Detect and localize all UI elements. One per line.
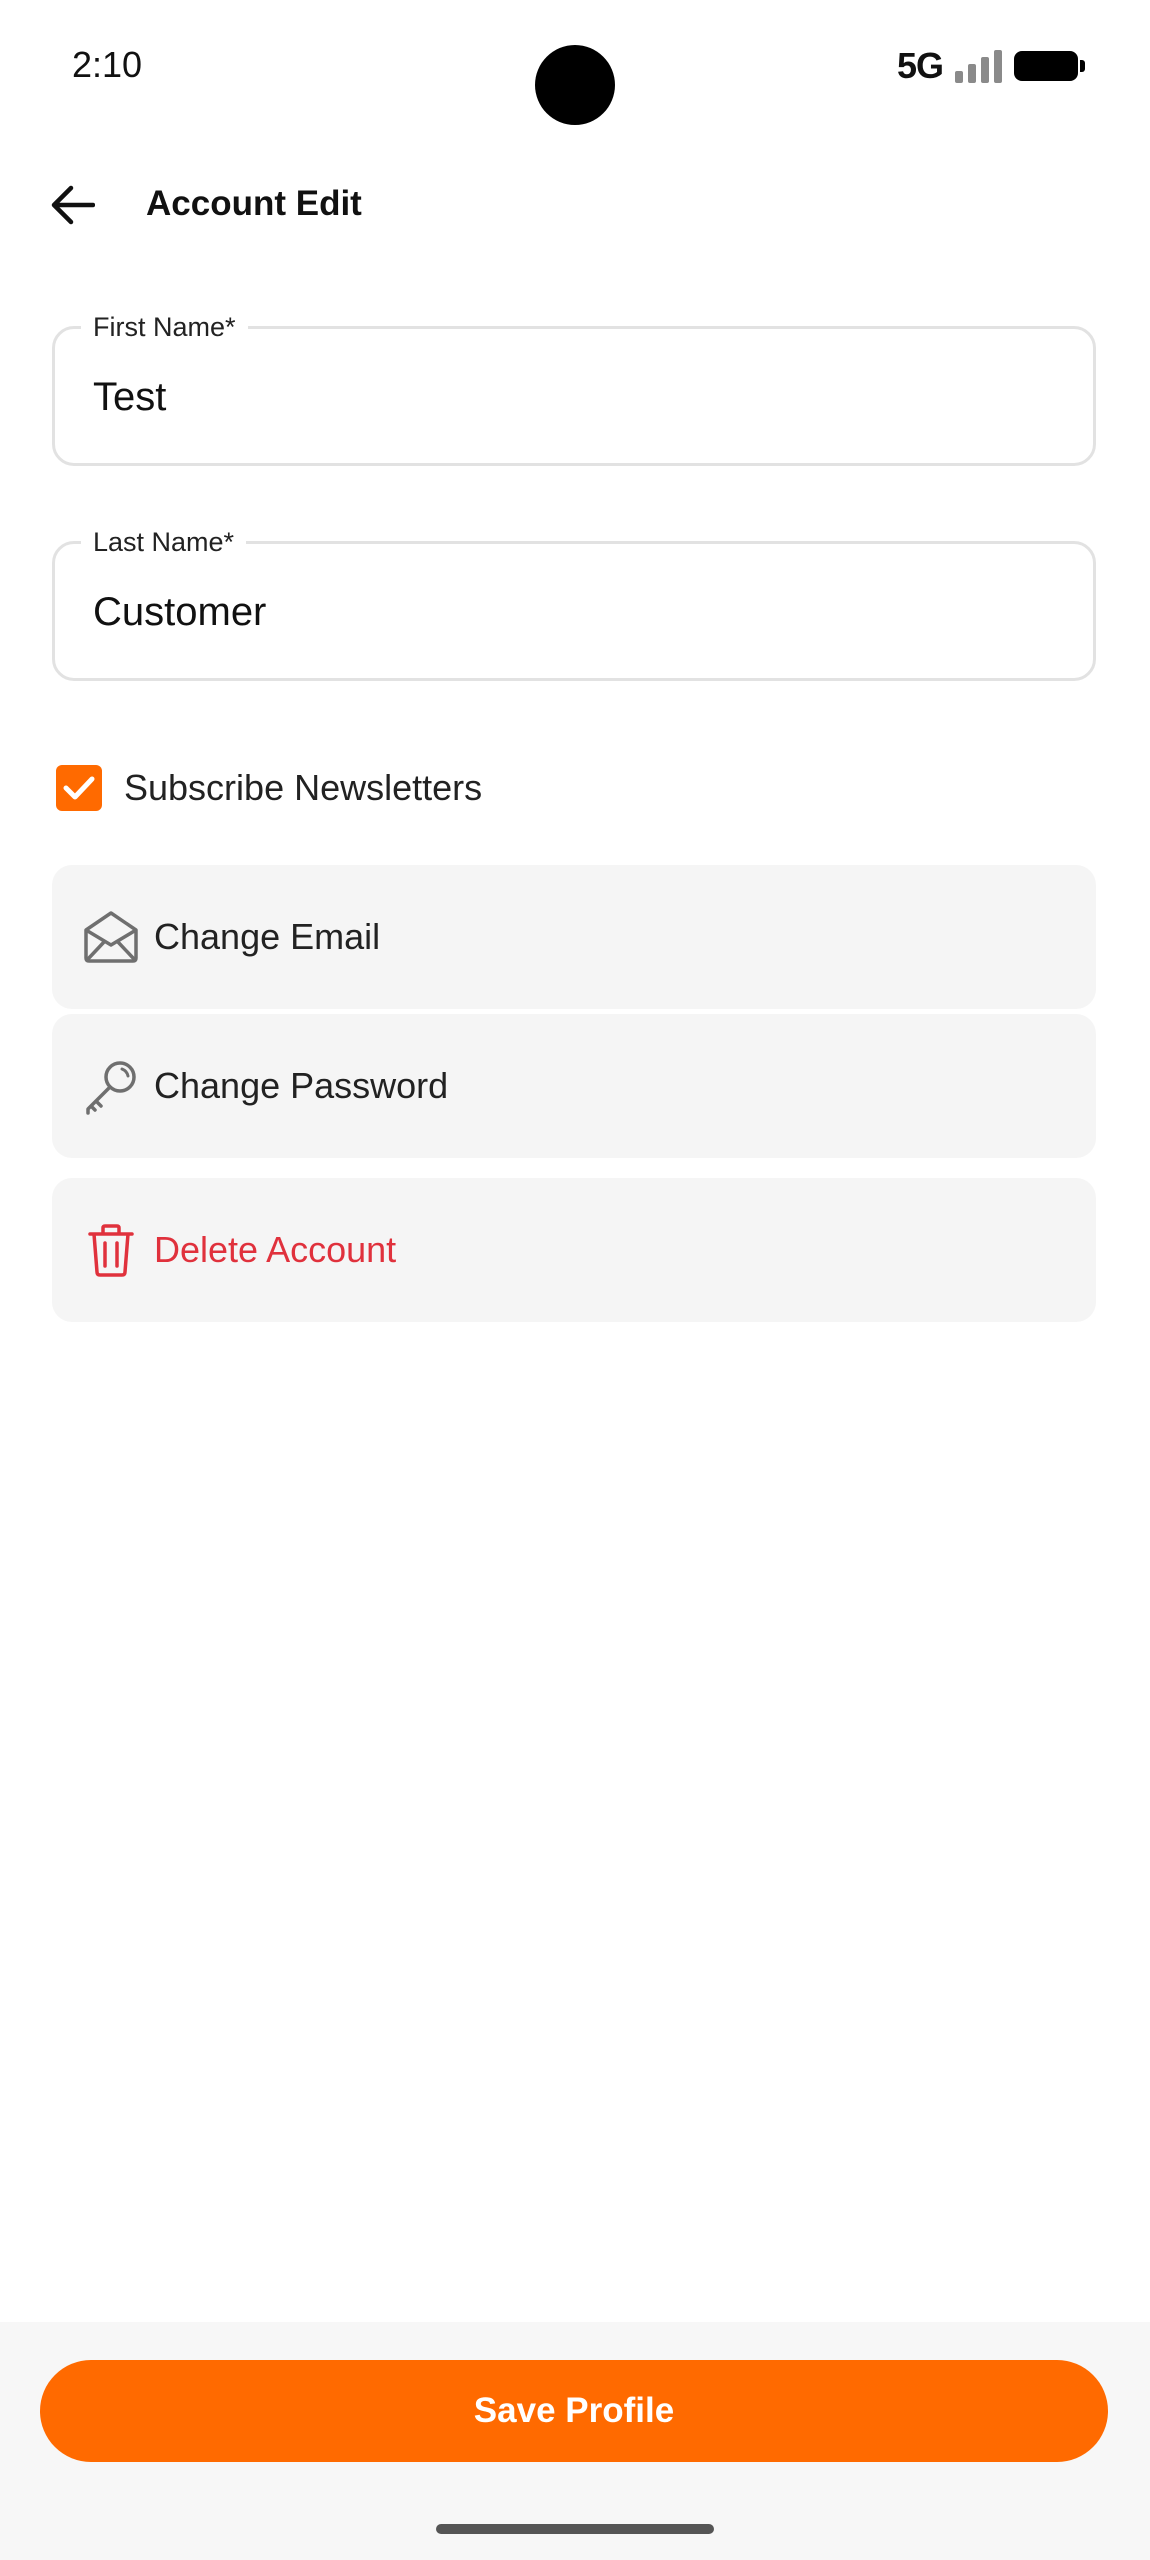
back-button[interactable] <box>44 180 100 230</box>
status-indicators: 5G <box>896 44 1085 88</box>
checkmark-icon <box>63 776 95 800</box>
app-header: Account Edit <box>0 160 1150 250</box>
camera-cutout <box>535 45 615 125</box>
change-email-button[interactable]: Change Email <box>52 865 1096 1009</box>
save-profile-button[interactable]: Save Profile <box>40 2360 1108 2462</box>
status-time: 2:10 <box>72 44 143 85</box>
network-type: 5G <box>896 45 944 86</box>
status-bar: 2:10 5G <box>0 0 1150 140</box>
first-name-label: First Name* <box>81 311 248 343</box>
page-title: Account Edit <box>146 184 362 223</box>
first-name-input[interactable] <box>93 369 1053 425</box>
delete-account-label: Delete Account <box>154 1229 397 1270</box>
change-password-label: Change Password <box>154 1065 449 1106</box>
battery-icon <box>1014 51 1085 81</box>
home-indicator[interactable] <box>436 2524 714 2534</box>
newsletter-checkbox[interactable] <box>56 765 102 811</box>
first-name-field[interactable]: First Name* <box>52 311 1096 466</box>
change-password-button[interactable]: Change Password <box>52 1014 1096 1158</box>
last-name-field[interactable]: Last Name* <box>52 526 1096 681</box>
arrow-left-icon <box>51 185 95 225</box>
last-name-label: Last Name* <box>81 526 247 558</box>
newsletter-checkbox-row[interactable]: Subscribe Newsletters <box>56 762 482 814</box>
signal-icon <box>955 49 1002 83</box>
bottom-bar: Save Profile <box>0 2322 1150 2560</box>
last-name-input[interactable] <box>93 584 1053 640</box>
trash-icon <box>82 1221 140 1279</box>
change-email-label: Change Email <box>154 916 381 957</box>
envelope-open-icon <box>82 908 140 966</box>
delete-account-button[interactable]: Delete Account <box>52 1178 1096 1322</box>
key-icon <box>82 1057 140 1115</box>
newsletter-label: Subscribe Newsletters <box>124 767 483 808</box>
